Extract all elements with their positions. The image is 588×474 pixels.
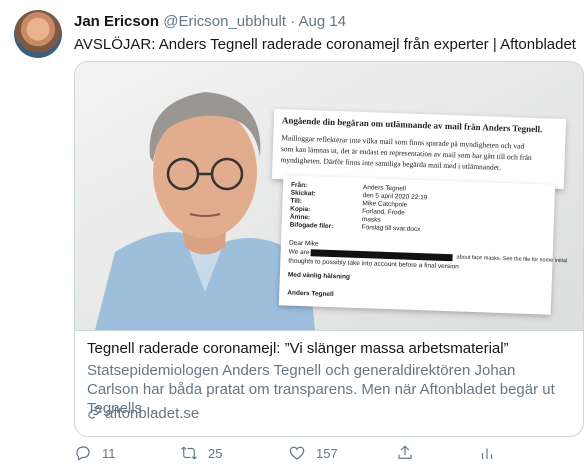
tweet-text: AVSLÖJAR: Anders Tegnell raderade corona…: [74, 36, 576, 53]
tweet[interactable]: Jan Ericson @Ericson_ubbhult · Aug 14 AV…: [0, 0, 588, 474]
tweet-actions: 11 25 157: [74, 444, 582, 464]
email-field-label: Ämne:: [289, 213, 311, 222]
card-title[interactable]: Tegnell raderade coronamejl: ”Vi slänger…: [87, 340, 509, 357]
email-signature: Anders Tegnell: [287, 289, 334, 299]
heart-icon: [289, 446, 305, 460]
email-field-label: Kopia:: [290, 205, 311, 214]
email-field-label: Från:: [290, 181, 308, 190]
author-handle[interactable]: @Ericson_ubbhult: [163, 13, 286, 30]
retweet-count: 25: [208, 445, 223, 461]
email-body-start: We are: [288, 248, 310, 257]
email-field-value: Förslag till svar.docx: [361, 224, 421, 234]
share-icon: [398, 445, 412, 459]
tweet-date[interactable]: Aug 14: [299, 13, 347, 30]
reply-icon: [76, 446, 90, 461]
tweet-header: Jan Ericson @Ericson_ubbhult · Aug 14: [74, 13, 346, 30]
card-body[interactable]: Tegnell raderade coronamejl: ”Vi slänger…: [75, 330, 583, 436]
author-name[interactable]: Jan Ericson: [74, 13, 159, 30]
analytics-button[interactable]: [478, 444, 496, 462]
email-greeting: Dear Mike: [288, 239, 319, 248]
email-field-value: Forland, Frode: [362, 208, 405, 217]
email-body-mid: about face masks. See the file for some …: [456, 254, 568, 265]
reply-button[interactable]: 11: [74, 444, 116, 462]
analytics-icon: [481, 448, 493, 459]
link-icon: [88, 406, 101, 419]
like-button[interactable]: 157: [288, 444, 338, 462]
doc-heading: Angående din begäran om utlämnande av ma…: [281, 115, 543, 135]
retweet-icon: [181, 446, 197, 460]
card-domain: aftonbladet.se: [87, 405, 199, 422]
email-field-value: masks: [361, 216, 381, 224]
retweet-button[interactable]: 25: [180, 444, 222, 462]
email-field-label: Skickat:: [290, 189, 316, 198]
avatar[interactable]: [14, 10, 62, 58]
email-field-label: Bifogade filer:: [289, 221, 334, 231]
document-email: Från: Anders Tegnell Skickat: den 5 apri…: [278, 175, 567, 315]
reply-count: 11: [102, 445, 116, 461]
email-closing: Med vänlig hälsning: [287, 271, 351, 281]
email-field-label: Till:: [290, 197, 303, 205]
card-domain-text: aftonbladet.se: [105, 405, 200, 422]
link-card[interactable]: Angående din begäran om utlämnande av ma…: [74, 61, 584, 437]
email-field-value: Anders Tegnell: [362, 184, 406, 193]
like-count: 157: [316, 445, 338, 461]
share-button[interactable]: [396, 444, 414, 462]
separator-dot: ·: [290, 13, 296, 30]
card-image: Angående din begäran om utlämnande av ma…: [75, 62, 583, 330]
